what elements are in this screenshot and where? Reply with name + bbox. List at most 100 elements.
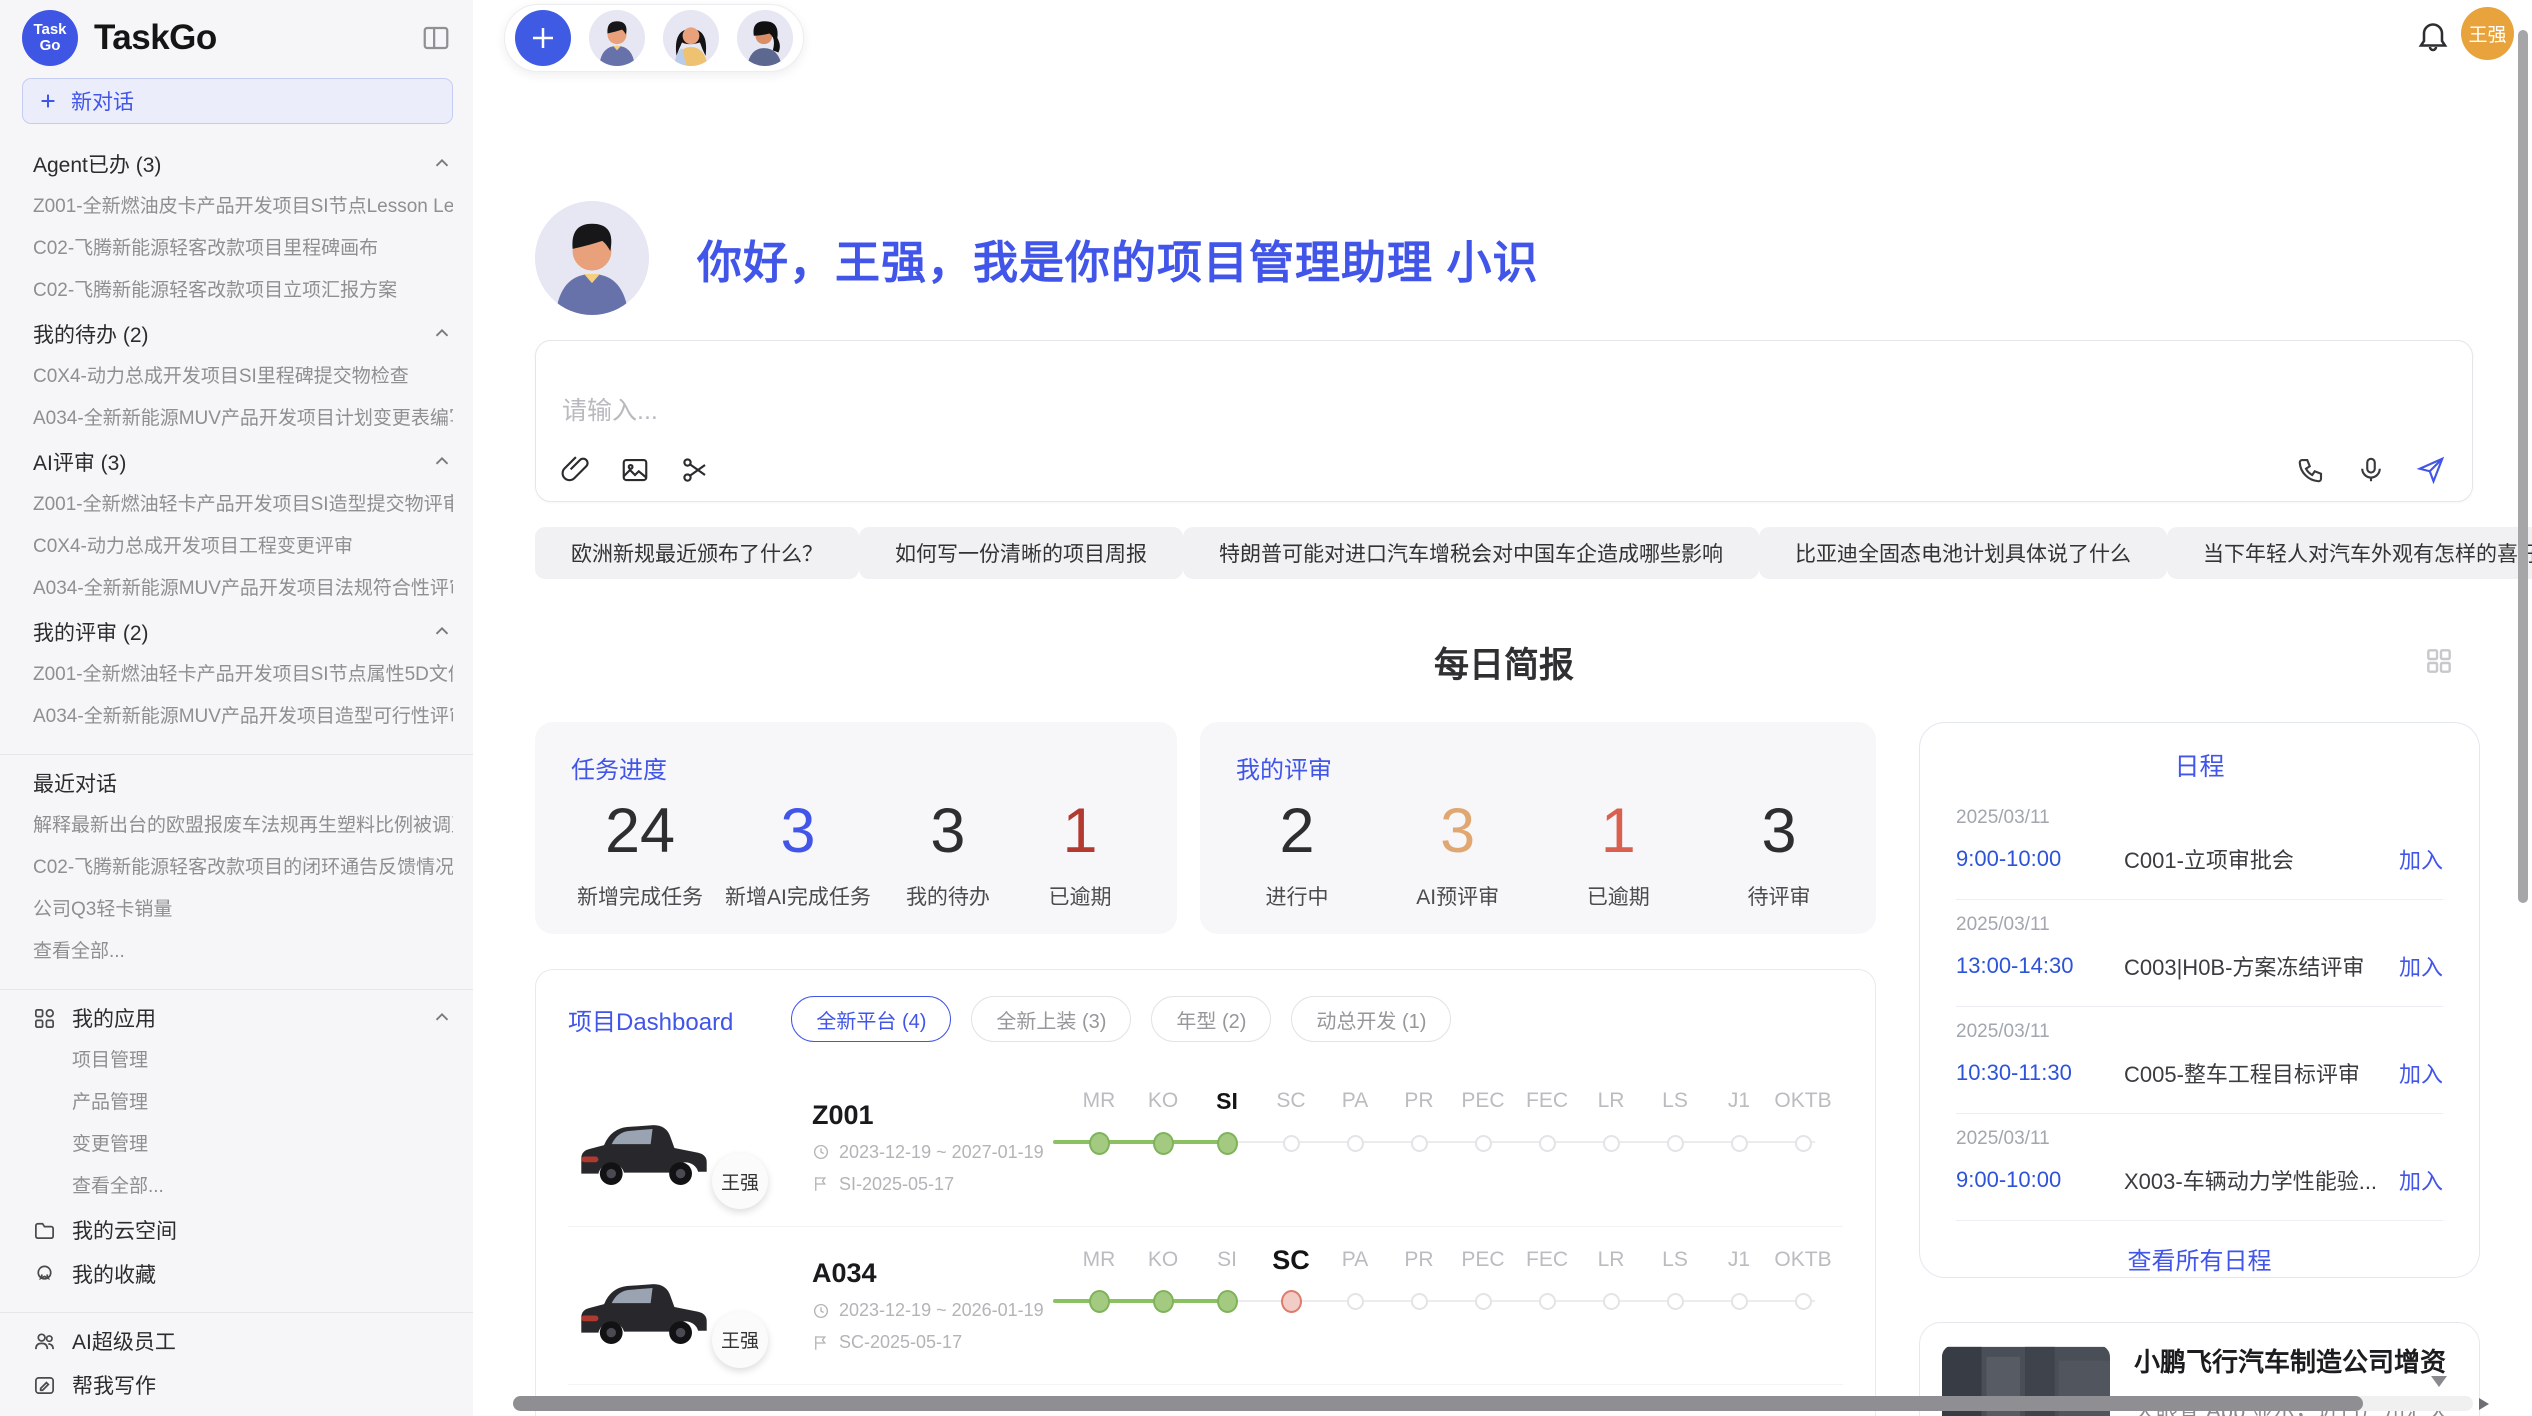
milestone-dot-done [1153, 1290, 1174, 1313]
tab-powertrain[interactable]: 动总开发 (1) [1291, 996, 1451, 1042]
recent-chat-item[interactable]: 公司Q3轻卡销量 [33, 889, 453, 931]
chevron-up-icon[interactable] [431, 621, 453, 643]
milestone: OKTB [1771, 1084, 1835, 1118]
scroll-right-arrow[interactable] [2479, 1398, 2489, 1410]
sidebar-item-creative-drawing[interactable]: 创意制图 [33, 1407, 453, 1416]
section-label: 最近对话 [33, 768, 117, 798]
suggestion-chip[interactable]: 当下年轻人对汽车外观有怎样的喜好趋势 [2167, 527, 2532, 579]
app-item-product-mgmt[interactable]: 产品管理 [33, 1082, 453, 1124]
new-chat-button[interactable]: 新对话 [22, 78, 453, 124]
stat-value: 3 [893, 795, 1003, 867]
suggestion-chip[interactable]: 如何写一份清晰的项目周报 [859, 527, 1183, 579]
section-label: 我的评审 (2) [33, 617, 149, 647]
main-area: 王强 你好，王强，我是你的项目管理助理 小识 欧洲新规最近颁布了什 [473, 0, 2532, 1416]
sidebar-item[interactable]: C02-飞腾新能源轻客改款项目里程碑画布 [33, 228, 453, 270]
suggestion-chip[interactable]: 特朗普可能对进口汽车增税会对中国车企造成哪些影响 [1183, 527, 1759, 579]
join-link[interactable]: 加入 [2399, 1057, 2443, 1089]
view-all-apps-link[interactable]: 查看全部... [33, 1166, 453, 1208]
composer-right-icons [2296, 455, 2446, 485]
join-link[interactable]: 加入 [2399, 1164, 2443, 1196]
view-all-schedule-link[interactable]: 查看所有日程 [1956, 1221, 2443, 1296]
sidebar-item[interactable]: C02-飞腾新能源轻客改款项目立项汇报方案 [33, 270, 453, 312]
vertical-scrollbar[interactable] [2518, 30, 2528, 903]
project-row[interactable]: 王强 Z001 2023-12-19 ~ 2027-01-19 SI-2025-… [568, 1068, 1843, 1226]
app-item-project-mgmt[interactable]: 项目管理 [33, 1040, 453, 1082]
join-link[interactable]: 加入 [2399, 950, 2443, 982]
chevron-up-icon[interactable] [431, 451, 453, 473]
sidebar-item[interactable]: C0X4-动力总成开发项目SI里程碑提交物检查 [33, 356, 453, 398]
recent-chat-item[interactable]: 解释最新出台的欧盟报废车法规再生塑料比例被调至15%... [33, 805, 453, 847]
add-member-button[interactable] [515, 10, 571, 66]
recent-chat-item[interactable]: C02-飞腾新能源轻客改款项目的闭环通告反馈情况 [33, 847, 453, 889]
milestone: PEC [1451, 1084, 1515, 1118]
tab-new-platform[interactable]: 全新平台 (4) [791, 996, 951, 1042]
sidebar-item[interactable]: A034-全新新能源MUV产品开发项目法规符合性评审 [33, 568, 453, 610]
sidebar-item-ai-super-staff[interactable]: AI超级员工 [33, 1319, 453, 1363]
join-link[interactable]: 加入 [2399, 843, 2443, 875]
project-dates: 2023-12-19 ~ 2026-01-19 [839, 1300, 1044, 1321]
milestone-dot [1603, 1293, 1620, 1310]
section-my-todo[interactable]: 我的待办 (2) [33, 312, 453, 356]
my-review-title: 我的评审 [1236, 750, 1840, 785]
composer-left-icons [560, 455, 710, 485]
milestone-dot [1795, 1135, 1812, 1152]
milestone: MR [1067, 1084, 1131, 1118]
scissors-icon[interactable] [680, 455, 710, 485]
logo-text-top: Task [33, 22, 66, 38]
section-my-review[interactable]: 我的评审 (2) [33, 610, 453, 654]
project-code: A034 [812, 1258, 1067, 1289]
milestone-dot-done [1217, 1290, 1238, 1313]
sidebar-item[interactable]: A034-全新新能源MUV产品开发项目造型可行性评审 [33, 696, 453, 738]
suggestion-chip[interactable]: 欧洲新规最近颁布了什么？ [535, 527, 859, 579]
logo-row: Task Go TaskGo [0, 0, 473, 76]
sidebar-item[interactable]: Z001-全新燃油皮卡产品开发项目SI节点Lesson Learn报告 [33, 186, 453, 228]
chevron-up-icon[interactable] [431, 153, 453, 175]
tab-model-year[interactable]: 年型 (2) [1151, 996, 1271, 1042]
sidebar-item[interactable]: A034-全新新能源MUV产品开发项目计划变更表编写 [33, 398, 453, 440]
suggestion-chip[interactable]: 比亚迪全固态电池计划具体说了什么 [1759, 527, 2167, 579]
phone-icon[interactable] [2296, 455, 2326, 485]
stat-in-progress: 2 进行中 [1242, 795, 1352, 911]
milestone-dot [1475, 1293, 1492, 1310]
avatar[interactable] [663, 10, 719, 66]
chevron-up-icon[interactable] [431, 323, 453, 345]
user-avatar[interactable]: 王强 [2461, 7, 2514, 60]
help-me-write-label: 帮我写作 [72, 1370, 156, 1400]
project-next-milestone: SI-2025-05-17 [839, 1174, 954, 1195]
sidebar-item[interactable]: C0X4-动力总成开发项目工程变更评审 [33, 526, 453, 568]
sidebar-item[interactable]: Z001-全新燃油轻卡产品开发项目SI节点属性5D文件评审 [33, 654, 453, 696]
view-all-chats-link[interactable]: 查看全部... [33, 931, 453, 973]
image-icon[interactable] [620, 455, 650, 485]
sidebar-item-favorites[interactable]: 我的收藏 [33, 1252, 453, 1296]
microphone-icon[interactable] [2356, 455, 2386, 485]
stat-value: 1 [1025, 795, 1135, 867]
task-progress-card: 任务进度 24 新增完成任务 3 新增AI完成任务 3 我的待办 1 已逾期 [535, 722, 1177, 934]
sidebar-item-cloud-space[interactable]: 我的云空间 [33, 1208, 453, 1252]
project-row[interactable]: 王强 A034 2023-12-19 ~ 2026-01-19 SC-2025-… [568, 1226, 1843, 1384]
task-progress-title: 任务进度 [571, 750, 1141, 785]
sidebar-item[interactable]: Z001-全新燃油轻卡产品开发项目SI造型提交物评审 [33, 484, 453, 526]
stat-label: AI预评审 [1403, 881, 1513, 911]
sidebar-toggle-icon[interactable] [421, 23, 451, 53]
schedule-time: 9:00-10:00 [1956, 846, 2124, 872]
layout-grid-icon[interactable] [2423, 645, 2455, 677]
section-agent-done[interactable]: Agent已办 (3) [33, 142, 453, 186]
sidebar-item-help-me-write[interactable]: 帮我写作 [33, 1363, 453, 1407]
chevron-up-icon[interactable] [431, 1007, 453, 1029]
sidebar-item-my-apps[interactable]: 我的应用 [33, 996, 453, 1040]
write-icon [33, 1374, 56, 1397]
avatar[interactable] [737, 10, 793, 66]
avatar[interactable] [589, 10, 645, 66]
tab-new-body[interactable]: 全新上装 (3) [971, 996, 1131, 1042]
scroll-down-arrow[interactable] [2431, 1376, 2447, 1387]
chat-input[interactable] [562, 397, 1762, 426]
app-item-change-mgmt[interactable]: 变更管理 [33, 1124, 453, 1166]
section-ai-review[interactable]: AI评审 (3) [33, 440, 453, 484]
horizontal-scrollbar-thumb[interactable] [513, 1396, 2363, 1411]
paperclip-icon[interactable] [560, 455, 590, 485]
notifications-bell-icon[interactable] [2415, 17, 2451, 53]
project-next-milestone: SC-2025-05-17 [839, 1332, 962, 1353]
send-icon[interactable] [2416, 455, 2446, 485]
milestone: LS [1643, 1243, 1707, 1277]
milestone: KO [1131, 1243, 1195, 1277]
